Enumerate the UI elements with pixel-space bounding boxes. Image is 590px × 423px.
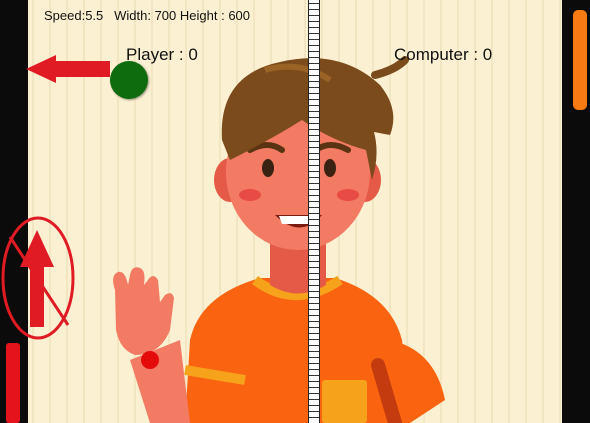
game-canvas[interactable]: Speed:5.5 Width: 700 Height : 600 Player… [0,0,590,423]
ball [110,61,148,99]
computer-score: Computer : 0 [394,45,493,64]
no-up-arrow-icon[interactable] [0,215,78,341]
target-dot [141,351,159,369]
hud-stats: Speed:5.5 Width: 700 Height : 600 [44,8,250,23]
speed-readout: Speed:5.5 [44,8,104,23]
computer-paddle [573,10,587,110]
left-arrow-icon [26,55,110,83]
height-readout: Height : 600 [179,8,251,23]
center-net [308,0,320,423]
width-readout: Width: 700 [114,8,177,23]
player-paddle[interactable] [6,343,20,423]
